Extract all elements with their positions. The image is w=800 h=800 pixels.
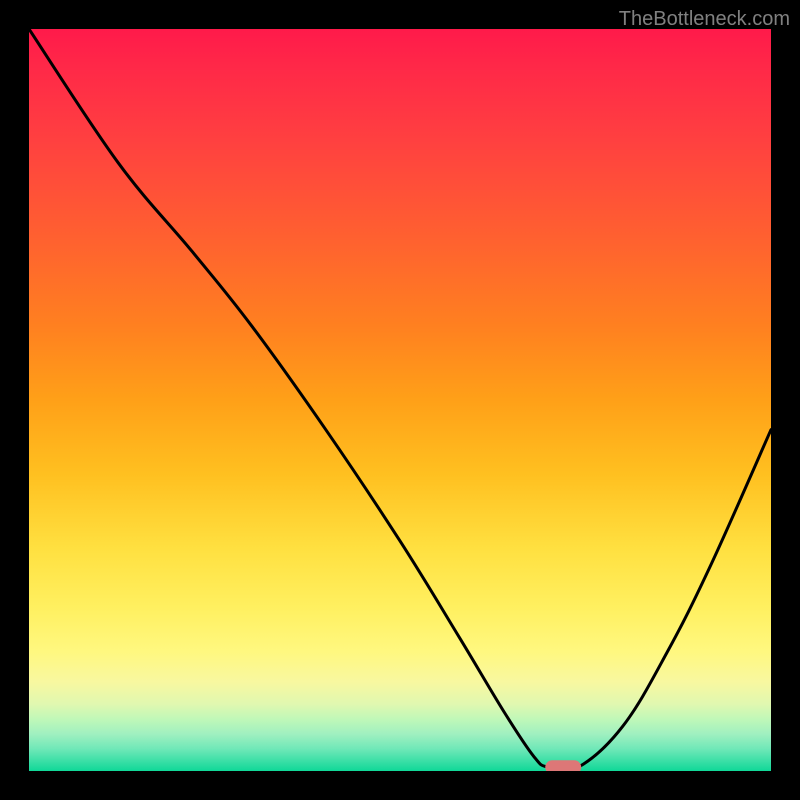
chart-container: TheBottleneck.com: [0, 0, 800, 800]
chart-svg: [29, 29, 771, 771]
bottleneck-curve-line: [29, 29, 771, 771]
optimal-marker: [545, 760, 581, 771]
watermark-text: TheBottleneck.com: [619, 8, 790, 31]
